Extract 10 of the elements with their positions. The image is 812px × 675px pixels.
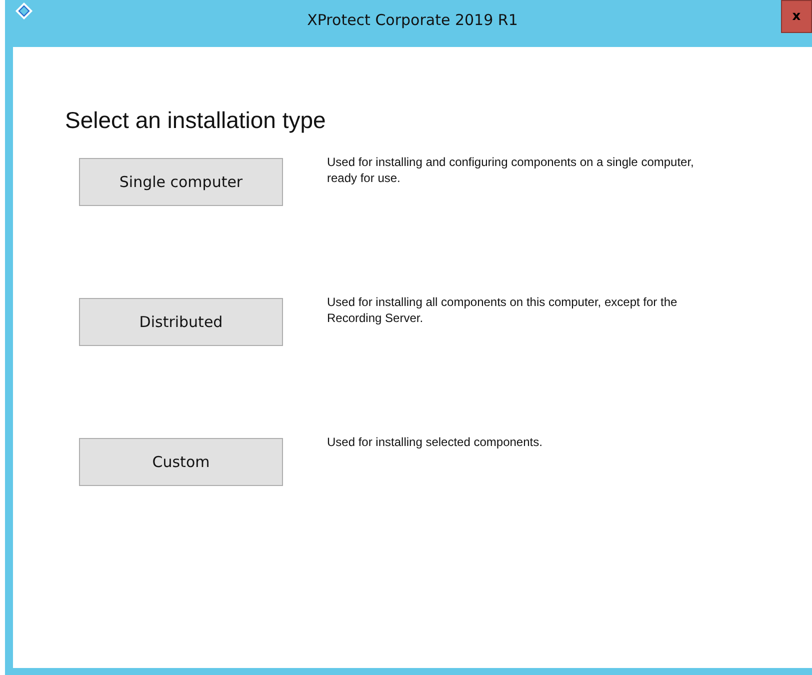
option-button[interactable]: Custom	[79, 438, 283, 486]
window-title: XProtect Corporate 2019 R1	[307, 11, 518, 29]
option-button[interactable]: Distributed	[79, 298, 283, 346]
option-description: Used for installing selected components.	[327, 434, 544, 450]
option-description: Used for installing all components on this computer, except for the Recording Server.	[327, 294, 678, 326]
page-heading: Select an installation type	[65, 107, 327, 134]
option-button[interactable]: Single computer	[79, 158, 283, 206]
option-description: Used for installing and configuring components on a single computer, ready for use.	[327, 154, 695, 186]
diamond-icon	[15, 2, 33, 20]
close-button[interactable]: x	[781, 0, 812, 33]
